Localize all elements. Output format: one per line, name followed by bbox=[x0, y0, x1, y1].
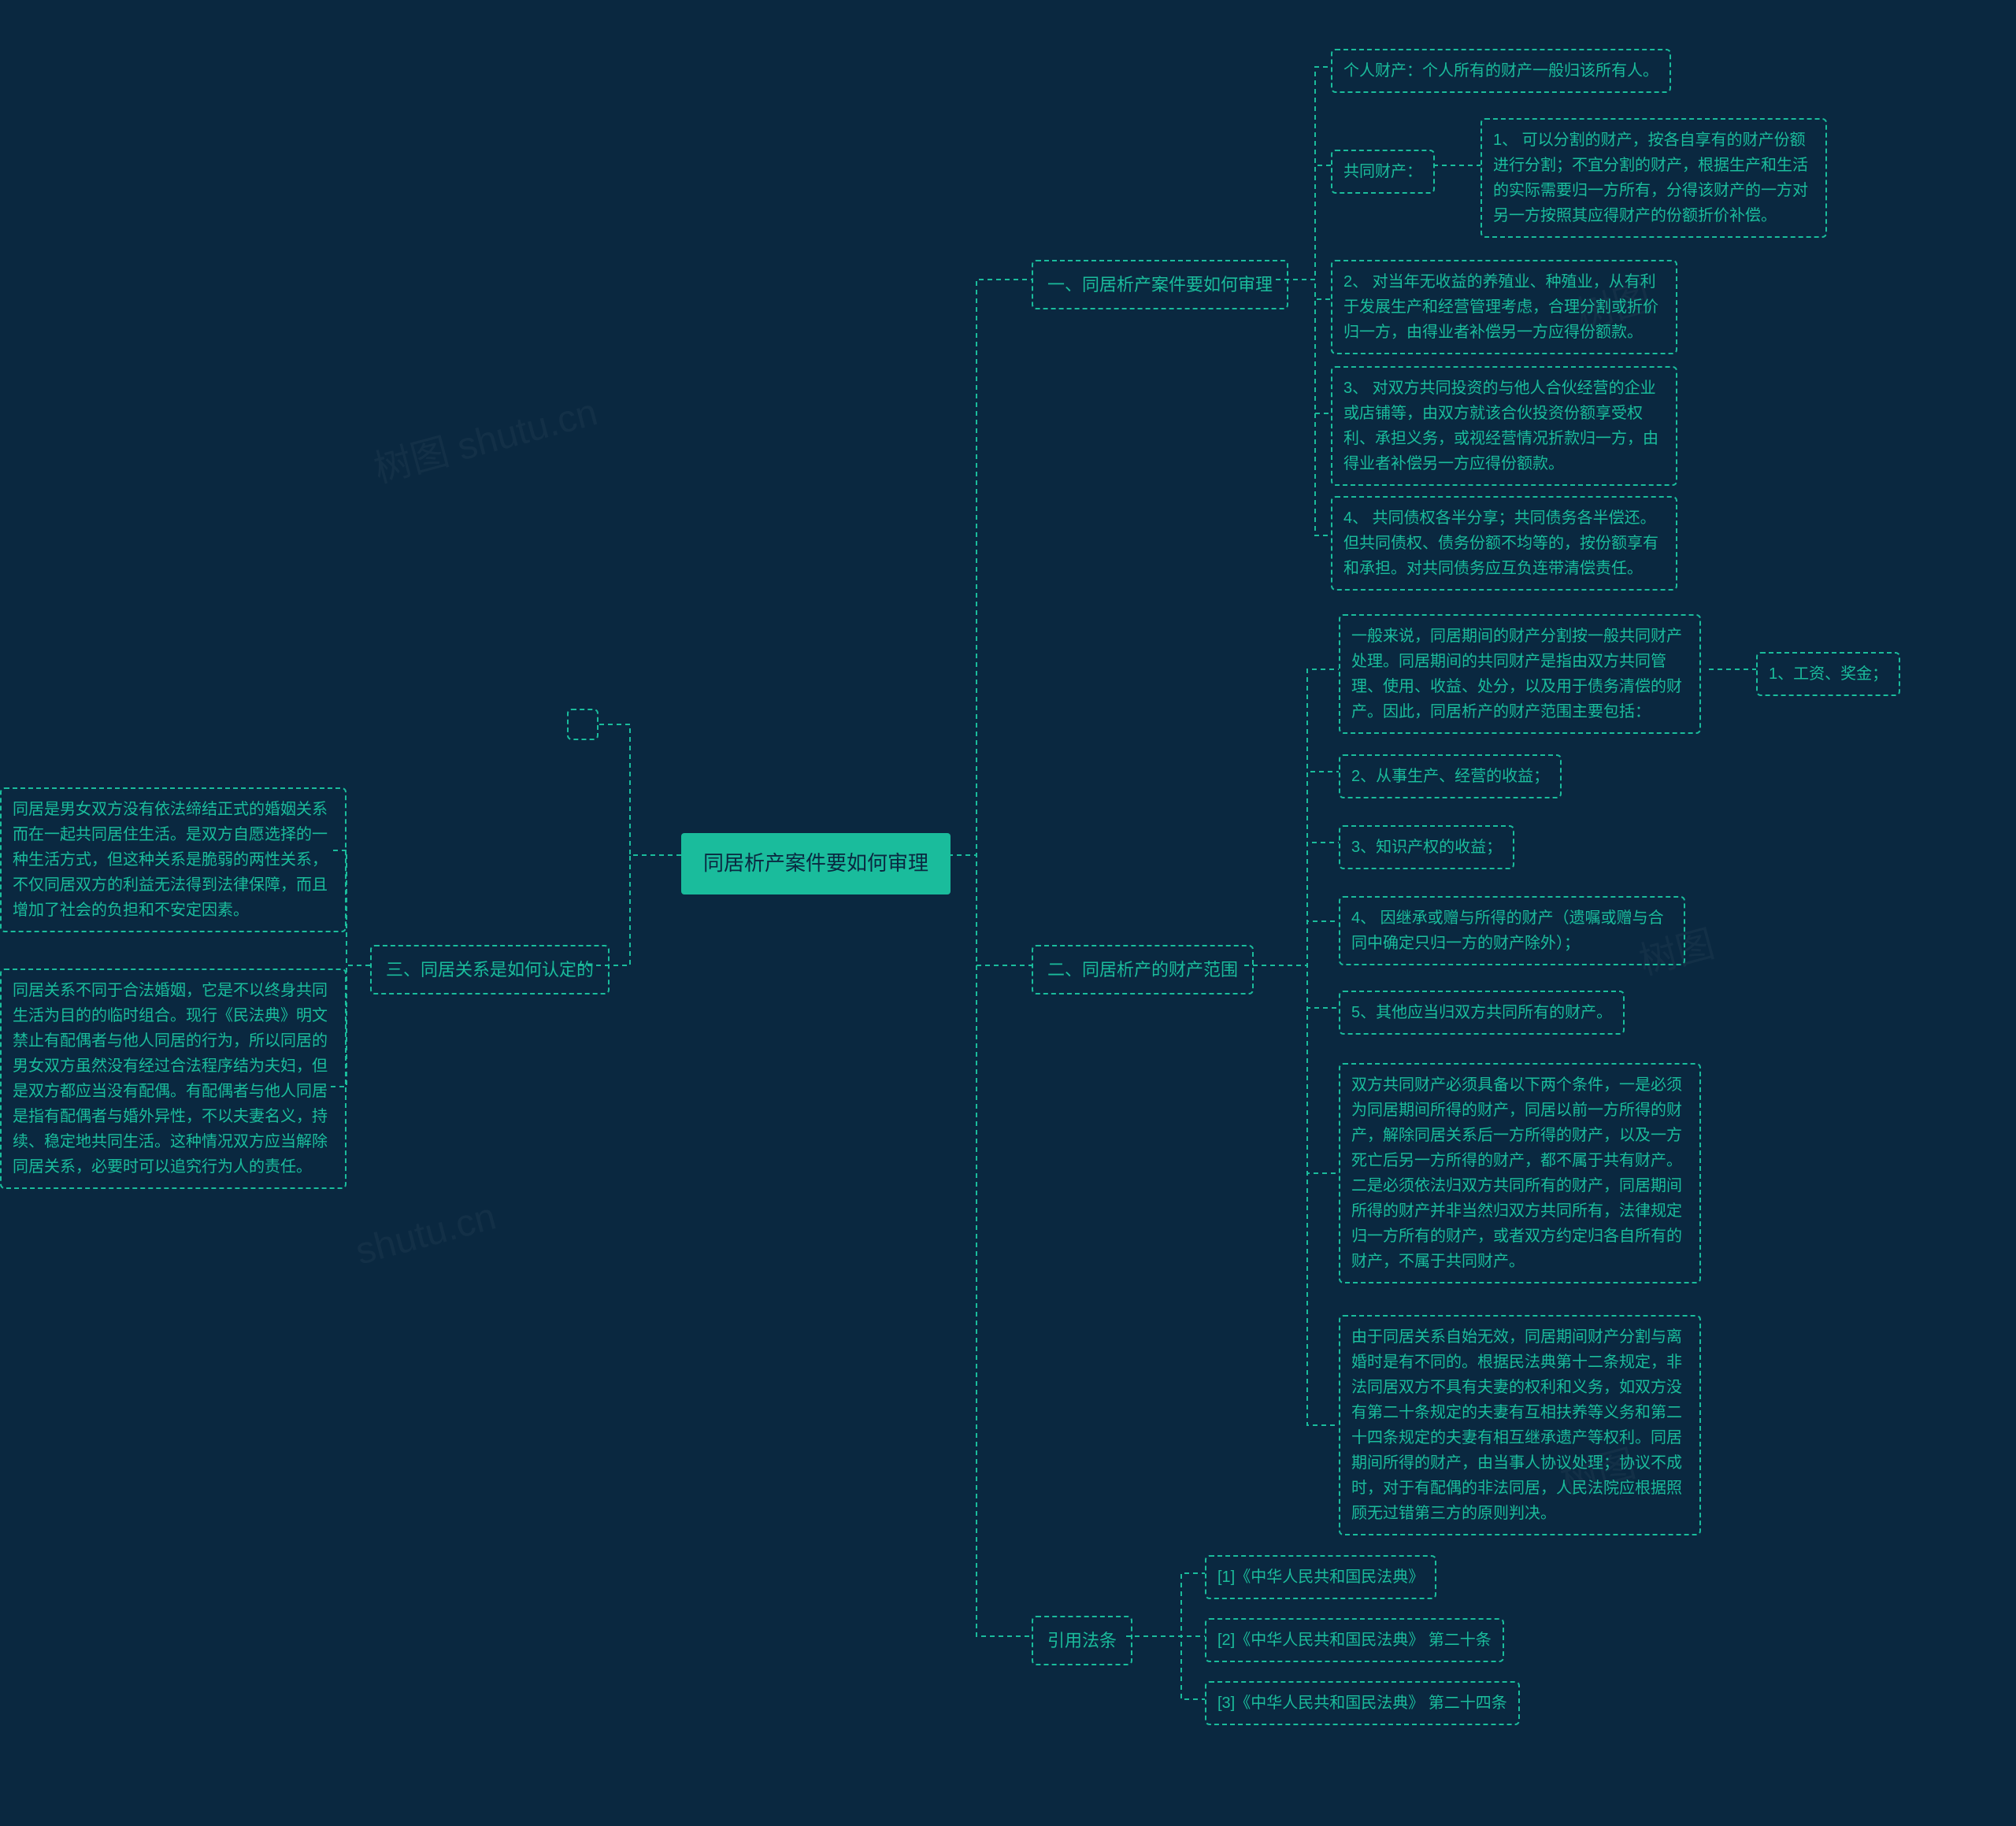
branch-2-n1: 一般来说，同居期间的财产分割按一般共同财产处理。同居期间的共同财产是指由双方共同… bbox=[1339, 614, 1701, 734]
branch-2-n7: 由于同居关系自始无效，同居期间财产分割与离婚时是有不同的。根据民法典第十二条规定… bbox=[1339, 1315, 1701, 1535]
branch-1-n1: 个人财产：个人所有的财产一般归该所有人。 bbox=[1331, 49, 1671, 93]
watermark: shutu.cn bbox=[351, 1194, 501, 1273]
branch-1-n2: 共同财产： bbox=[1331, 150, 1435, 194]
branch-3-title: 引用法条 bbox=[1032, 1616, 1132, 1665]
branch-2-title: 二、同居析产的财产范围 bbox=[1032, 945, 1254, 994]
branch-1-title: 一、同居析产案件要如何审理 bbox=[1032, 260, 1288, 309]
branch-2-n4: 4、 因继承或赠与所得的财产（遗嘱或赠与合同中确定只归一方的财产除外）； bbox=[1339, 896, 1685, 965]
branch-2-n3: 3、知识产权的收益； bbox=[1339, 825, 1514, 869]
watermark: 树图 shutu.cn bbox=[367, 381, 602, 494]
branch-3-n2: [2]《中华人民共和国民法典》 第二十条 bbox=[1205, 1618, 1504, 1662]
branch-2-n2: 2、从事生产、经营的收益； bbox=[1339, 754, 1562, 798]
branch-1-n3: 2、 对当年无收益的养殖业、种殖业，从有利于发展生产和经营管理考虑，合理分割或折… bbox=[1331, 260, 1677, 354]
branch-4-title: 三、同居关系是如何认定的 bbox=[370, 945, 610, 994]
branch-2-n5: 5、其他应当归双方共同所有的财产。 bbox=[1339, 991, 1625, 1035]
branch-4-n2: 同居关系不同于合法婚姻，它是不以终身共同生活为目的的临时组合。现行《民法典》明文… bbox=[0, 969, 346, 1189]
branch-2-n1a: 1、工资、奖金； bbox=[1756, 652, 1900, 696]
branch-2-n6: 双方共同财产必须具备以下两个条件，一是必须为同居期间所得的财产，同居以前一方所得… bbox=[1339, 1063, 1701, 1283]
empty-node bbox=[567, 709, 598, 740]
branch-1-n2a: 1、 可以分割的财产，按各自享有的财产份额进行分割；不宜分割的财产，根据生产和生… bbox=[1480, 118, 1827, 238]
branch-1-n4: 3、 对双方共同投资的与他人合伙经营的企业或店铺等，由双方就该合伙投资份额享受权… bbox=[1331, 366, 1677, 486]
branch-3-n3: [3]《中华人民共和国民法典》 第二十四条 bbox=[1205, 1681, 1520, 1725]
root-node: 同居析产案件要如何审理 bbox=[681, 833, 951, 894]
branch-3-n1: [1]《中华人民共和国民法典》 bbox=[1205, 1555, 1436, 1599]
branch-1-n5: 4、 共同债权各半分享；共同债务各半偿还。但共同债权、债务份额不均等的，按份额享… bbox=[1331, 496, 1677, 591]
branch-4-n1: 同居是男女双方没有依法缔结正式的婚姻关系而在一起共同居住生活。是双方自愿选择的一… bbox=[0, 787, 346, 932]
